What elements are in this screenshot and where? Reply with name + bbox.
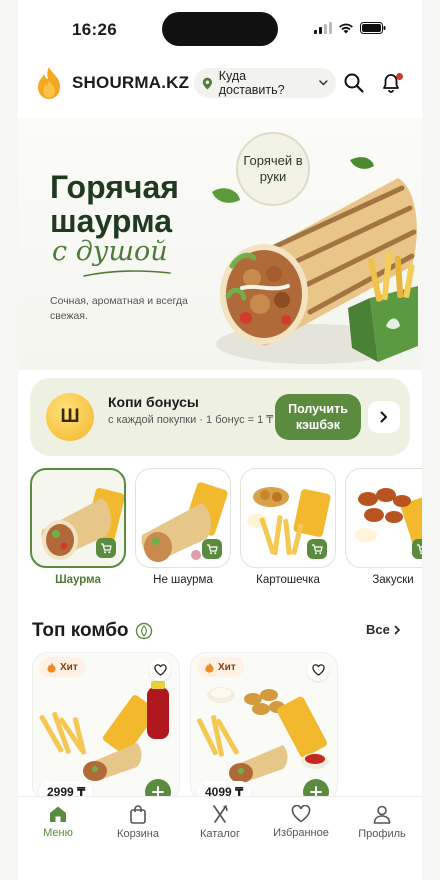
flame-icon [47, 662, 56, 672]
hit-badge: Хит [39, 657, 86, 677]
delivery-address-label: Куда доставить? [218, 69, 285, 97]
bonus-subtitle: с каждой покупки · 1 бонус = 1 ₸ [108, 414, 274, 426]
flame-icon [205, 662, 214, 672]
tab-label: Меню [43, 827, 73, 839]
category-shawarma[interactable]: Шаурма [30, 468, 126, 586]
category-label: Шаурма [55, 574, 101, 586]
chevron-right-icon [380, 411, 387, 423]
category-label: Картошечка [256, 574, 320, 586]
bonus-arrow-button[interactable] [368, 401, 400, 433]
hero-title: Горячая шаурма [50, 170, 179, 238]
home-icon [50, 806, 66, 822]
hero-script-text: с душой [52, 236, 168, 267]
tab-favorites[interactable]: Избранное [261, 805, 341, 839]
leaf-badge-icon [135, 622, 152, 640]
combo-image [39, 681, 169, 781]
dynamic-island [162, 12, 278, 46]
notification-dot [396, 73, 403, 80]
search-icon[interactable] [343, 72, 365, 94]
cart-plus-icon [417, 544, 422, 555]
hero-title-line-1: Горячая [50, 169, 179, 205]
bonus-card[interactable]: Ш Копи бонусы с каждой покупки · 1 бонус… [30, 378, 410, 456]
add-to-cart-button[interactable] [307, 539, 327, 559]
add-to-cart-button[interactable] [412, 539, 422, 559]
wings-image [355, 488, 422, 546]
heart-icon [153, 664, 167, 676]
cart-plus-icon [207, 544, 218, 555]
cart-plus-icon [312, 544, 323, 555]
category-fries[interactable]: Картошечка [240, 468, 336, 586]
cart-plus-icon [101, 543, 112, 554]
category-card [135, 468, 231, 568]
status-bar: 16:26 [18, 0, 422, 58]
combo-card[interactable]: Хит 4099 ₸ [190, 652, 338, 802]
bag-icon [130, 805, 146, 824]
wifi-icon [339, 23, 353, 34]
location-pin-icon [202, 77, 212, 89]
hit-badge: Хит [197, 657, 244, 677]
delivery-address-button[interactable]: Куда доставить? [194, 68, 336, 98]
hit-badge-label: Хит [218, 661, 236, 673]
right-gutter [422, 0, 440, 880]
category-not-shawarma[interactable]: Не шаурма [135, 468, 231, 586]
category-label: Закуски [372, 574, 414, 586]
tab-catalog[interactable]: Каталог [180, 805, 260, 840]
user-icon [373, 805, 391, 824]
signal-icon [314, 22, 332, 34]
tab-label: Избранное [273, 827, 329, 839]
see-all-link[interactable]: Все [366, 622, 401, 637]
heart-icon [291, 805, 311, 823]
hero-subtitle: Сочная, ароматная и всегда свежая. [50, 295, 188, 322]
favorite-button[interactable] [307, 659, 329, 681]
script-underline [83, 270, 171, 277]
tab-menu[interactable]: Меню [18, 805, 98, 839]
app-frame: 16:26 SHOURMA.KZ Куда доставить? Горячая… [0, 0, 440, 880]
tab-cart[interactable]: Корзина [98, 805, 178, 840]
hero-banner[interactable]: Горячая шаурма с душой Сочная, ароматная… [18, 118, 422, 370]
category-card [345, 468, 422, 568]
category-snacks[interactable]: Закуски [345, 468, 422, 586]
status-time: 16:26 [72, 20, 117, 39]
combo-list[interactable]: Хит 2999 ₸ Хит 4099 ₸ [32, 652, 422, 802]
add-to-cart-button[interactable] [96, 538, 116, 558]
battery-icon [360, 22, 386, 34]
chevron-right-icon [394, 625, 400, 634]
category-label: Не шаурма [153, 574, 213, 586]
category-card [30, 468, 126, 568]
hit-badge-label: Хит [60, 661, 78, 673]
hero-title-line-2: шаурма [50, 203, 173, 239]
hero-badge: Горячей в руки [236, 132, 310, 206]
flame-logo-icon [38, 67, 60, 99]
add-to-cart-button[interactable] [202, 539, 222, 559]
heart-icon [311, 664, 325, 676]
status-icons [314, 22, 386, 34]
tab-label: Корзина [117, 828, 159, 840]
left-gutter [0, 0, 18, 880]
section-title: Топ комбо [32, 620, 153, 642]
chevron-down-icon [319, 80, 328, 86]
bonus-coin-icon: Ш [46, 393, 94, 441]
combo-image [197, 687, 329, 783]
tab-profile[interactable]: Профиль [342, 805, 422, 840]
shawarma-hero-image [212, 157, 418, 364]
app-screen: 16:26 SHOURMA.KZ Куда доставить? Горячая… [18, 0, 422, 880]
get-cashback-button[interactable]: Получить кэшбэк [275, 394, 361, 440]
bottom-tab-bar: Меню Корзина Каталог Избранное Профиль [18, 796, 422, 880]
notifications-button[interactable] [380, 72, 403, 94]
category-card [240, 468, 336, 568]
favorite-button[interactable] [149, 659, 171, 681]
brand-name[interactable]: SHOURMA.KZ [72, 73, 189, 93]
tab-label: Каталог [200, 828, 240, 840]
tab-label: Профиль [358, 828, 406, 840]
bonus-title: Копи бонусы [108, 394, 199, 410]
app-header: SHOURMA.KZ Куда доставить? [18, 62, 422, 106]
see-all-label: Все [366, 622, 390, 637]
fork-knife-icon [213, 805, 228, 823]
combo-card[interactable]: Хит 2999 ₸ [32, 652, 180, 802]
section-title-text: Топ комбо [32, 620, 129, 641]
category-carousel[interactable]: Шаурма Не шаурма Картошечка Закуски [30, 468, 422, 590]
